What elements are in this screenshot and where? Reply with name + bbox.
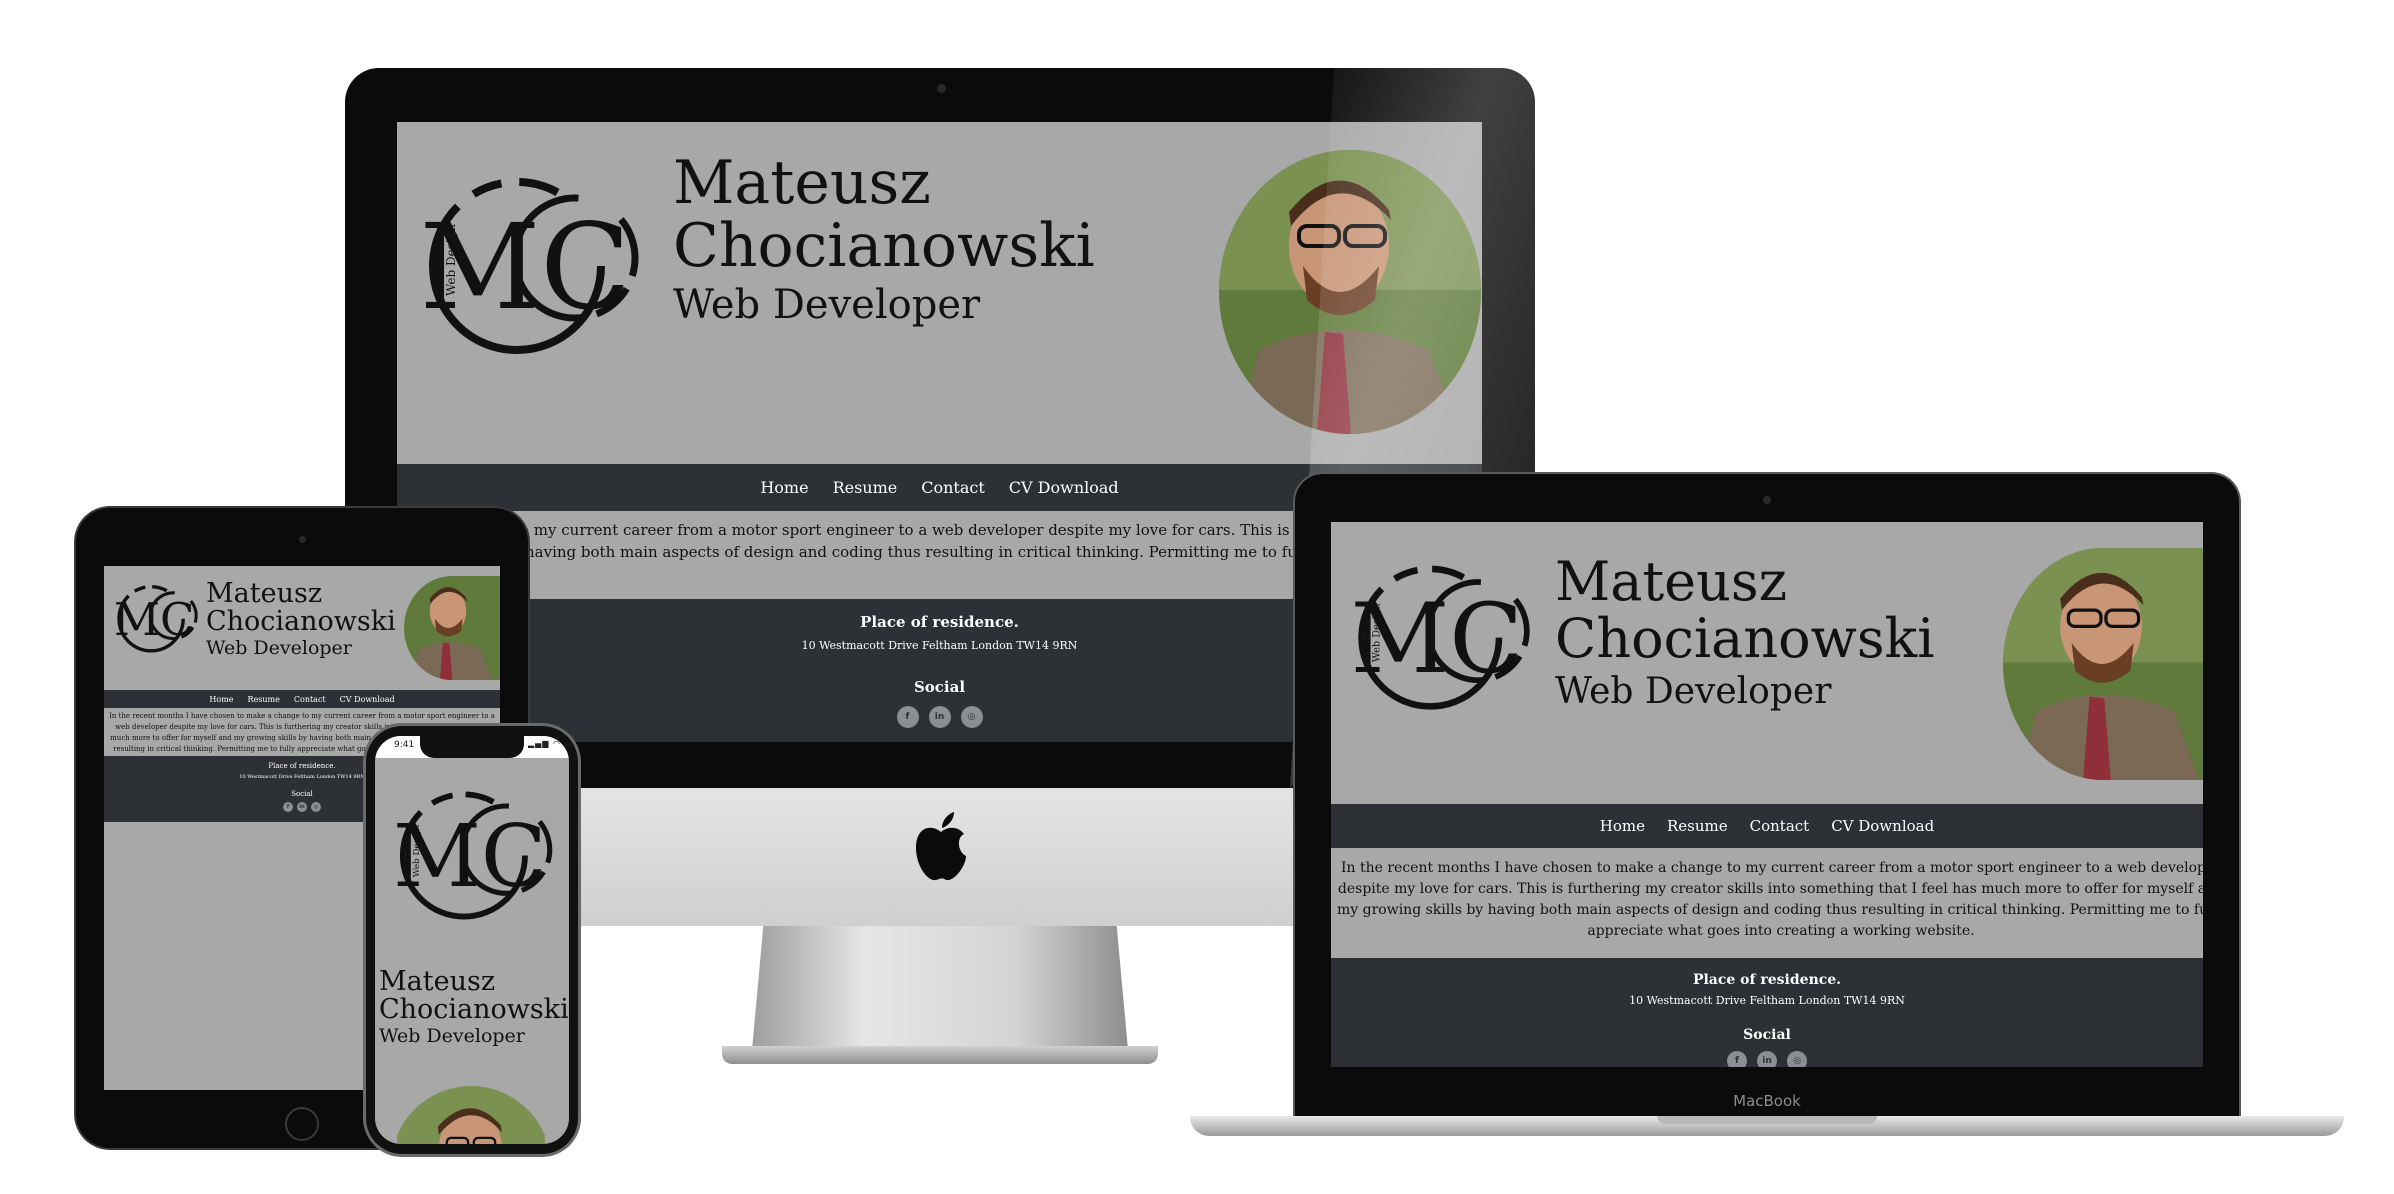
macbook-notch: [1657, 1116, 1877, 1124]
last-name: Chocianowski: [206, 606, 396, 638]
instagram-icon[interactable]: ◎: [311, 802, 321, 812]
role-title: Web Developer: [1555, 671, 1832, 713]
site-name: Mateusz Chocianowski Web Developer: [1555, 550, 1935, 713]
facebook-icon[interactable]: f: [896, 706, 919, 728]
last-name: Chocianowski: [379, 994, 569, 1026]
nav-cv-download[interactable]: CV Download: [1831, 817, 1934, 835]
mc-logo: MC: [116, 584, 198, 653]
site-nav: Home Resume Contact CV Download: [1331, 804, 2203, 848]
ipad-camera: [299, 536, 306, 543]
first-name: Mateusz: [379, 966, 496, 997]
ipad-home-button: [285, 1107, 319, 1141]
last-name: Chocianowski: [1555, 606, 1935, 670]
facebook-icon[interactable]: f: [1727, 1051, 1747, 1067]
svg-text:Web Design: Web Design: [412, 825, 422, 878]
linkedin-icon[interactable]: in: [297, 802, 307, 812]
social-heading: Social: [1743, 1027, 1791, 1043]
nav-resume[interactable]: Resume: [248, 695, 280, 704]
nav-home[interactable]: Home: [209, 695, 233, 704]
profile-photo: [2003, 548, 2203, 780]
nav-home[interactable]: Home: [760, 478, 808, 497]
role-title: Web Developer: [673, 282, 981, 328]
mc-logo: MC Web Design: [1355, 565, 1530, 710]
mc-logo: MC Web Design: [397, 791, 553, 920]
first-name: Mateusz: [206, 578, 323, 609]
imac-stand: [752, 926, 1128, 1050]
nav-resume[interactable]: Resume: [833, 478, 898, 497]
site-name: Mateusz Chocianowski Web Developer: [206, 578, 396, 659]
nav-contact[interactable]: Contact: [294, 695, 326, 704]
role-title: Web Developer: [379, 1024, 525, 1047]
site-header: MC Mateusz Chocianowski Web Developer: [104, 566, 500, 690]
linkedin-icon[interactable]: in: [1757, 1051, 1777, 1067]
status-time: 9:41: [394, 740, 415, 750]
intro-text: In the recent months I have chosen to ma…: [1331, 848, 2203, 958]
svg-text:Web Design: Web Design: [1372, 603, 1383, 663]
address-text: 10 Westmacott Drive Feltham London TW14 …: [1629, 994, 1905, 1007]
last-name: Chocianowski: [673, 211, 1095, 281]
iphone-screen: MC Web Design Mateusz Chocianowski Web D…: [375, 736, 569, 1144]
status-icons: ▂▄▆ ◠ ▭: [528, 739, 574, 748]
macbook-camera: [1763, 496, 1771, 504]
site-name: Mateusz Chocianowski Web Developer: [379, 966, 569, 1047]
nav-cv-download[interactable]: CV Download: [1009, 478, 1119, 497]
nav-resume[interactable]: Resume: [1667, 817, 1728, 835]
iphone-notch: [420, 736, 524, 758]
first-name: Mateusz: [673, 148, 931, 218]
svg-text:Web Design: Web Design: [444, 224, 458, 296]
site-nav: Home Resume Contact CV Download: [104, 690, 500, 708]
apple-logo-icon: [916, 812, 966, 881]
site-header: MC Web Design Mateusz Chocianowski Web D…: [1331, 522, 2203, 804]
profile-photo: [404, 576, 500, 680]
mc-logo: MC Web Design: [425, 178, 639, 354]
profile-photo: [391, 1086, 551, 1144]
nav-home[interactable]: Home: [1600, 817, 1645, 835]
imac-camera: [937, 84, 946, 93]
facebook-icon[interactable]: f: [283, 802, 293, 812]
nav-contact[interactable]: Contact: [1750, 817, 1810, 835]
instagram-icon[interactable]: ◎: [960, 706, 983, 728]
residence-heading: Place of residence.: [1692, 972, 1842, 988]
imac-base: [722, 1046, 1158, 1064]
role-title: Web Developer: [206, 636, 352, 659]
svg-text:MC: MC: [116, 593, 194, 646]
site-name: Mateusz Chocianowski Web Developer: [673, 148, 1095, 328]
nav-cv-download[interactable]: CV Download: [340, 695, 395, 704]
nav-contact[interactable]: Contact: [921, 478, 985, 497]
macbook-brand-label: MacBook: [1733, 1092, 1801, 1110]
instagram-icon[interactable]: ◎: [1787, 1051, 1807, 1067]
site-footer: Place of residence. 10 Westmacott Drive …: [1331, 958, 2203, 1067]
first-name: Mateusz: [1555, 550, 1788, 613]
macbook-screen: MC Web Design Mateusz Chocianowski Web D…: [1331, 522, 2203, 1067]
linkedin-icon[interactable]: in: [928, 706, 951, 728]
